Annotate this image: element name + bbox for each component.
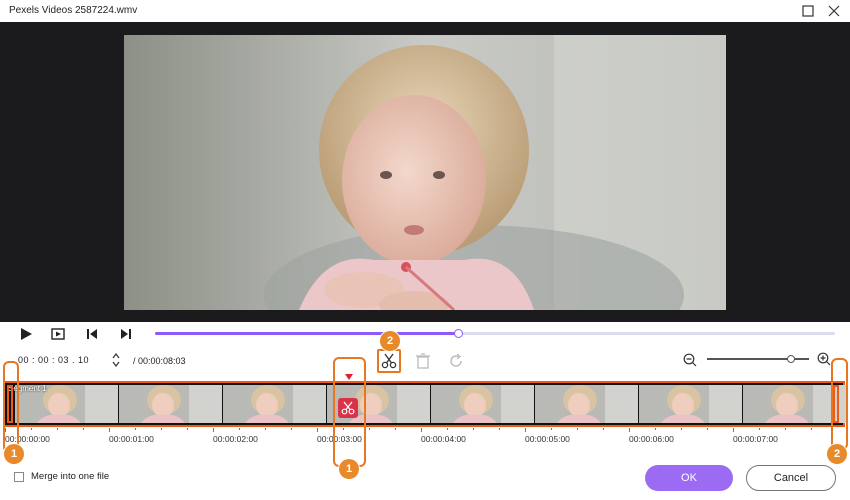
ruler-minor-tick [161, 428, 162, 430]
ruler-minor-tick [499, 428, 500, 430]
ruler-tick [629, 428, 630, 432]
edit-toolbar: 00 : 00 : 03 . 10 / 00:00:08:03 [0, 346, 850, 376]
callout-badge-start: 1 [4, 444, 24, 464]
ok-button[interactable]: OK [645, 465, 733, 491]
ruler-minor-tick [291, 428, 292, 430]
ruler-minor-tick [31, 428, 32, 430]
ruler-time-label: 00:00:02:00 [213, 434, 258, 444]
timeline-thumbnail [223, 385, 326, 423]
zoom-slider-handle[interactable] [786, 355, 795, 363]
timeline-thumbnail [535, 385, 638, 423]
zoom-in-icon[interactable] [817, 352, 831, 366]
ruler-time-label: 00:00:01:00 [109, 434, 154, 444]
ruler-tick [109, 428, 110, 432]
callout-badge-scissors: 2 [380, 331, 400, 351]
video-frame[interactable] [124, 35, 726, 310]
timeline-strip[interactable]: Segment 1 [3, 381, 846, 427]
previous-frame-icon[interactable] [85, 327, 99, 341]
ruler-time-label: 00:00:06:00 [629, 434, 674, 444]
maximize-icon[interactable] [801, 4, 815, 18]
ruler-minor-tick [785, 428, 786, 430]
ruler-tick [733, 428, 734, 432]
ruler-tick [213, 428, 214, 432]
callout-badge-end: 2 [827, 444, 847, 464]
delete-segment-icon[interactable] [413, 351, 435, 371]
reset-icon[interactable] [446, 351, 468, 371]
ruler-minor-tick [395, 428, 396, 430]
time-ruler: 00:00:00:00 00:00:01:00 00:00:02:00 00:00:0… [0, 428, 850, 450]
playback-bar [0, 322, 850, 346]
timeline-thumbnail [119, 385, 222, 423]
timeline-thumbnail [639, 385, 742, 423]
ruler-minor-tick [265, 428, 266, 430]
ruler-minor-tick [707, 428, 708, 430]
ruler-time-label: 00:00:04:00 [421, 434, 466, 444]
snapshot-icon[interactable] [51, 327, 65, 341]
current-time-input[interactable]: 00 : 00 : 03 . 10 [18, 355, 89, 365]
cancel-button[interactable]: Cancel [746, 465, 836, 491]
playback-progress-handle[interactable] [453, 329, 463, 338]
ruler-minor-tick [655, 428, 656, 430]
time-stepper-icon[interactable] [112, 352, 120, 368]
ruler-minor-tick [759, 428, 760, 430]
ruler-tick [317, 428, 318, 432]
playback-progress-fill [155, 332, 458, 335]
video-preview [0, 22, 850, 322]
ruler-minor-tick [447, 428, 448, 430]
play-icon[interactable] [19, 327, 33, 341]
ruler-minor-tick [551, 428, 552, 430]
scissors-icon[interactable] [377, 349, 401, 373]
ruler-minor-tick [135, 428, 136, 430]
ruler-minor-tick [577, 428, 578, 430]
window-title: Pexels Videos 2587224.wmv [9, 5, 138, 16]
ruler-minor-tick [187, 428, 188, 430]
callout-start-highlight [3, 361, 19, 453]
ruler-minor-tick [239, 428, 240, 430]
total-duration: / 00:00:08:03 [133, 356, 186, 366]
ruler-minor-tick [811, 428, 812, 430]
trim-video-window: Pexels Videos 2587224.wmv 00: 00: 03 .… [0, 0, 850, 500]
ruler-time-label: 00:00:05:00 [525, 434, 570, 444]
title-bar: Pexels Videos 2587224.wmv [0, 0, 850, 22]
ruler-minor-tick [603, 428, 604, 430]
ruler-minor-tick [369, 428, 370, 430]
timeline-thumbnail [431, 385, 534, 423]
callout-end-highlight [831, 358, 848, 450]
playback-progress-bar[interactable] [155, 329, 835, 338]
callout-cut-highlight [333, 357, 366, 467]
ruler-minor-tick [57, 428, 58, 430]
zoom-slider[interactable] [707, 355, 809, 363]
ruler-minor-tick [473, 428, 474, 430]
merge-label[interactable]: Merge into one file [31, 471, 109, 482]
close-icon[interactable] [827, 4, 841, 18]
ruler-time-label: 00:00:07:00 [733, 434, 778, 444]
next-frame-icon[interactable] [119, 327, 133, 341]
ruler-tick [421, 428, 422, 432]
ruler-tick [525, 428, 526, 432]
ruler-minor-tick [83, 428, 84, 430]
merge-checkbox[interactable] [14, 472, 24, 482]
callout-badge-cut: 1 [339, 459, 359, 479]
zoom-out-icon[interactable] [683, 353, 697, 367]
ruler-minor-tick [681, 428, 682, 430]
